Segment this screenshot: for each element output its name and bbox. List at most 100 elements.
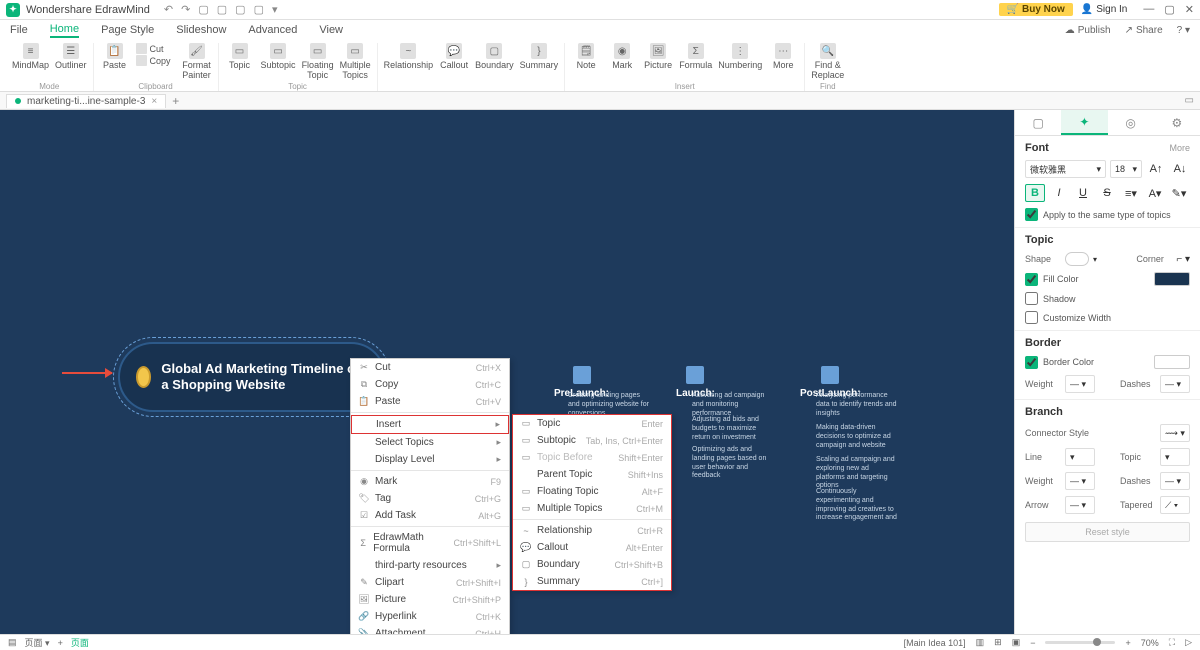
ctx-hyperlink[interactable]: 🔗HyperlinkCtrl+K [351, 608, 509, 625]
font-family-select[interactable]: 微软雅黑▾ [1025, 160, 1106, 178]
fullscreen-icon[interactable]: ⛶ [1169, 637, 1175, 648]
weight-select[interactable]: — ▾ [1065, 375, 1095, 393]
font-size-select[interactable]: 18▾ [1110, 160, 1142, 178]
ctx-display-level[interactable]: Display Level▸ [351, 451, 509, 468]
paste-button[interactable]: 📋Paste [100, 43, 130, 70]
boundary-button[interactable]: ▢Boundary [475, 43, 514, 70]
ctx-clipart[interactable]: ✎ClipartCtrl+Shift+I [351, 574, 509, 591]
ctx-tag[interactable]: 🏷TagCtrl+G [351, 490, 509, 507]
sub-subtopic[interactable]: ▭SubtopicTab, Ins, Ctrl+Enter [513, 432, 671, 449]
font-increase-button[interactable]: A↑ [1146, 160, 1166, 178]
floating-topic-button[interactable]: ▭Floating Topic [302, 43, 334, 80]
subtopic-text[interactable]: Analyzing performance data to identify t… [816, 392, 898, 418]
apply-same-type-checkbox[interactable]: Apply to the same type of topics [1025, 208, 1190, 221]
tab-home[interactable]: Home [50, 23, 79, 38]
subtopic-button[interactable]: ▭Subtopic [261, 43, 296, 70]
find-replace-button[interactable]: 🔍Find & Replace [811, 43, 844, 80]
sub-boundary[interactable]: ▢BoundaryCtrl+Shift+B [513, 556, 671, 573]
ctx-mark[interactable]: ◉MarkF9 [351, 473, 509, 490]
corner-select[interactable]: ⌐ ▾ [1176, 254, 1190, 265]
branch-dashes-select[interactable]: — ▾ [1160, 472, 1190, 490]
border-color-swatch[interactable] [1154, 355, 1190, 369]
sub-floating-topic[interactable]: ▭Floating TopicAlt+F [513, 483, 671, 500]
format-painter-button[interactable]: 🖌Format Painter [182, 43, 212, 80]
tab-file[interactable]: File [10, 24, 28, 36]
ctx-insert[interactable]: Insert▸ [351, 415, 509, 434]
qat-icon[interactable]: ▢ [235, 3, 245, 16]
arrow-select[interactable]: — ▾ [1065, 496, 1095, 514]
formula-button[interactable]: ΣFormula [679, 43, 712, 70]
branch-weight-select[interactable]: — ▾ [1065, 472, 1095, 490]
ctx-copy[interactable]: ⧉CopyCtrl+C [351, 376, 509, 393]
main-topic[interactable]: Global Ad Marketing Timeline of a Shoppi… [118, 342, 386, 412]
topic-color-select[interactable]: ▾ [1160, 448, 1190, 466]
strikethrough-button[interactable]: S [1097, 184, 1117, 202]
align-button[interactable]: ≡▾ [1121, 184, 1141, 202]
subtopic-text[interactable]: Activating ad campaign and monitoring pe… [692, 392, 774, 418]
tab-slideshow[interactable]: Slideshow [176, 24, 226, 36]
copy-button[interactable]: Copy [136, 55, 176, 66]
buy-now-button[interactable]: 🛒 Buy Now [999, 3, 1073, 16]
zoom-in-button[interactable]: + [1125, 638, 1130, 648]
ctx-cut[interactable]: ✂CutCtrl+X [351, 359, 509, 376]
sub-parent-topic[interactable]: Parent TopicShift+Ins [513, 466, 671, 483]
dashes-select[interactable]: — ▾ [1160, 375, 1190, 393]
sign-in-button[interactable]: 👤Sign In [1081, 4, 1128, 15]
customize-width-checkbox[interactable]: Customize Width [1025, 311, 1190, 324]
share-button[interactable]: ↗ Share [1125, 25, 1163, 36]
picture-button[interactable]: 🖼Picture [643, 43, 673, 70]
ctx-paste[interactable]: 📋PasteCtrl+V [351, 393, 509, 410]
tab-advanced[interactable]: Advanced [248, 24, 297, 36]
underline-button[interactable]: U [1073, 184, 1093, 202]
subtopic-text[interactable]: Making data-driven decisions to optimize… [816, 424, 898, 450]
zoom-slider[interactable] [1045, 641, 1115, 644]
subtopic-text[interactable]: Continuously experimenting and improving… [816, 488, 898, 523]
relationship-button[interactable]: ~Relationship [384, 43, 434, 70]
font-color-button[interactable]: A▾ [1145, 184, 1165, 202]
fill-color-swatch[interactable] [1154, 272, 1190, 286]
undo-icon[interactable]: ↶ [164, 3, 173, 16]
mark-button[interactable]: ◉Mark [607, 43, 637, 70]
italic-button[interactable]: I [1049, 184, 1069, 202]
mindmap-button[interactable]: ≡MindMap [12, 43, 49, 70]
qat-more-icon[interactable]: ▾ [272, 3, 278, 16]
multiple-topics-button[interactable]: ▭Multiple Topics [340, 43, 371, 80]
document-tab[interactable]: marketing-ti...ine-sample-3 × [6, 94, 166, 108]
panel-toggle-icon[interactable]: ▭ [1185, 95, 1194, 106]
shadow-checkbox[interactable]: Shadow [1025, 292, 1190, 305]
numbering-button[interactable]: ⋮Numbering [718, 43, 762, 70]
qat-icon[interactable]: ▢ [198, 3, 208, 16]
publish-button[interactable]: ☁ Publish [1065, 25, 1111, 36]
qat-icon[interactable]: ▢ [254, 3, 264, 16]
panel-tab-format[interactable]: ✦ [1061, 110, 1107, 135]
qat-icon[interactable]: ▢ [217, 3, 227, 16]
note-button[interactable]: 🗒Note [571, 43, 601, 70]
page-label[interactable]: 页面 [71, 636, 89, 649]
sub-relationship[interactable]: ~RelationshipCtrl+R [513, 522, 671, 539]
subtopic-text[interactable]: Scaling ad campaign and exploring new ad… [816, 456, 898, 491]
tab-view[interactable]: View [319, 24, 343, 36]
panel-tab-settings[interactable]: ⚙ [1154, 110, 1200, 135]
ctx-select-topics[interactable]: Select Topics▸ [351, 434, 509, 451]
redo-icon[interactable]: ↷ [181, 3, 190, 16]
add-page-button[interactable]: + [58, 638, 63, 648]
maximize-icon[interactable]: ▢ [1164, 3, 1174, 16]
cut-button[interactable]: Cut [136, 43, 176, 54]
page-select[interactable]: 页面 ▾ [25, 636, 50, 649]
ctx-add-task[interactable]: ☑Add TaskAlt+G [351, 507, 509, 524]
ctx-picture[interactable]: 🖼PictureCtrl+Shift+P [351, 591, 509, 608]
more-button[interactable]: More [1169, 143, 1190, 153]
help-icon[interactable]: ? ▾ [1177, 25, 1190, 36]
sub-summary[interactable]: }SummaryCtrl+] [513, 573, 671, 590]
sub-topic[interactable]: ▭TopicEnter [513, 415, 671, 432]
bold-button[interactable]: B [1025, 184, 1045, 202]
callout-button[interactable]: 💬Callout [439, 43, 469, 70]
tab-page-style[interactable]: Page Style [101, 24, 154, 36]
minimize-icon[interactable]: ― [1143, 3, 1154, 16]
ctx-attachment[interactable]: 📎AttachmentCtrl+H [351, 625, 509, 634]
connector-select[interactable]: ⟿ ▾ [1160, 424, 1190, 442]
highlight-button[interactable]: ✎▾ [1169, 184, 1189, 202]
view-icon[interactable]: ▥ [976, 637, 985, 648]
present-icon[interactable]: ▷ [1185, 637, 1192, 648]
sub-topic-before[interactable]: ▭Topic BeforeShift+Enter [513, 449, 671, 466]
